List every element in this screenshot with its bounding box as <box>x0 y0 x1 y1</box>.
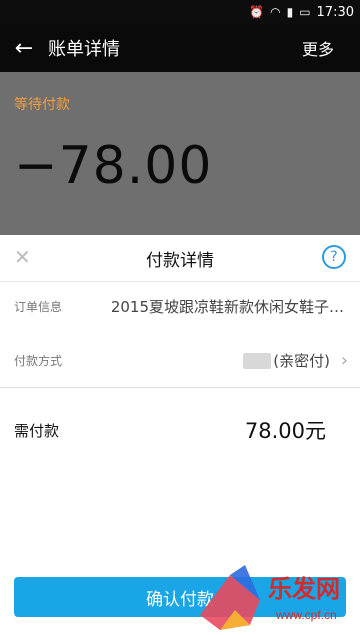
redacted-name <box>243 353 272 369</box>
order-info-value: 2015夏坡跟凉鞋新款休闲女鞋子… <box>110 297 344 316</box>
sheet-header: ✕ 付款详情 ? <box>0 235 360 282</box>
payment-method-label: 付款方式 <box>14 353 63 368</box>
wifi-icon: ◠ <box>270 5 281 19</box>
battery-icon: ▭ <box>299 5 311 19</box>
site-watermark: 乐发网 www.cpf.cn <box>200 565 340 630</box>
help-icon[interactable]: ? <box>322 245 346 269</box>
watermark-url: www.cpf.cn <box>275 608 337 622</box>
bill-summary: 等待付款 −78.00 <box>0 72 360 235</box>
chevron-right-icon: › <box>340 349 348 371</box>
order-info-row: 订单信息 2015夏坡跟凉鞋新款休闲女鞋子… <box>0 293 360 319</box>
amount-due-value: 78.00元 <box>244 419 326 443</box>
amount-due-label: 需付款 <box>14 421 60 440</box>
app-bar: ← 账单详情 更多 <box>0 24 360 72</box>
divider <box>0 387 360 388</box>
payment-method-value: (亲密付) <box>243 350 330 371</box>
svg-text:乐发网: 乐发网 <box>268 575 340 603</box>
bill-status: 等待付款 <box>14 97 70 113</box>
order-info-label: 订单信息 <box>14 299 63 314</box>
payment-method-row[interactable]: 付款方式 (亲密付) › <box>0 347 360 373</box>
close-icon[interactable]: ✕ <box>14 245 31 269</box>
amount-due-row: 需付款 78.00元 <box>0 415 360 445</box>
bill-amount: −78.00 <box>14 136 213 196</box>
payment-sheet: ✕ 付款详情 ? 订单信息 2015夏坡跟凉鞋新款休闲女鞋子… 付款方式 (亲密… <box>0 235 360 635</box>
payment-method-text: (亲密付) <box>273 351 330 370</box>
alarm-icon: ⏰ <box>249 5 265 19</box>
back-arrow-icon[interactable]: ← <box>0 36 48 61</box>
more-button[interactable]: 更多 <box>302 36 360 60</box>
page-title: 账单详情 <box>48 39 120 60</box>
sheet-title: 付款详情 <box>146 250 214 271</box>
status-time: 17:30 <box>316 4 354 20</box>
signal-icon: ▮ <box>286 5 294 19</box>
status-bar: ⏰ ◠ ▮ ▭ 17:30 <box>0 0 360 24</box>
